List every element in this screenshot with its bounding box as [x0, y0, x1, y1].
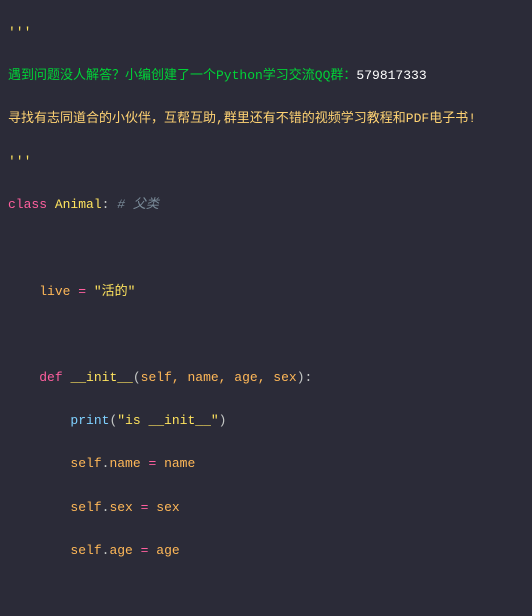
notice-line-2: 寻找有志同道合的小伙伴，互帮互助,群里还有不错的视频学习教程和PDF电子书! [8, 108, 524, 130]
attr-age: age [109, 543, 132, 558]
code-line: class Animal: # 父类 [8, 194, 524, 216]
code-line: self.sex = sex [8, 497, 524, 519]
code-line: print("is __init__") [8, 410, 524, 432]
code-line: self.name = name [8, 453, 524, 475]
code-line: ''' [8, 151, 524, 173]
op-eq: = [133, 500, 156, 515]
op-eq: = [70, 284, 93, 299]
fn-init: __init__ [70, 370, 132, 385]
self-kw: self [70, 543, 101, 558]
triple-quote: ''' [8, 154, 31, 169]
code-line: live = "活的" [8, 281, 524, 303]
code-editor: ''' 遇到问题没人解答？小编创建了一个Python学习交流QQ群：579817… [0, 0, 532, 616]
def-keyword: def [39, 370, 62, 385]
qq-number: 579817333 [356, 68, 426, 83]
code-line: def __init__(self, name, age, sex): [8, 367, 524, 389]
op-eq: = [133, 543, 156, 558]
attr-sex: sex [109, 500, 132, 515]
param-sex: sex [156, 500, 179, 515]
class-name-animal: Animal [55, 197, 102, 212]
blank-line [8, 238, 524, 260]
code-line: ''' [8, 22, 524, 44]
param-age: age [156, 543, 179, 558]
var-live: live [39, 284, 70, 299]
op-eq: = [141, 456, 164, 471]
str-live: "活的" [94, 284, 136, 299]
comment-parent: # 父类 [117, 197, 159, 212]
notice-text: 遇到问题没人解答？小编创建了一个Python学习交流QQ群： [8, 68, 356, 83]
init-params: self, name, age, sex [141, 370, 297, 385]
notice-line-1: 遇到问题没人解答？小编创建了一个Python学习交流QQ群：579817333 [8, 65, 524, 87]
self-kw: self [70, 500, 101, 515]
blank-line [8, 324, 524, 346]
attr-name: name [109, 456, 140, 471]
class-keyword: class [8, 197, 47, 212]
blank-line [8, 583, 524, 605]
param-name: name [164, 456, 195, 471]
print-call: print [70, 413, 109, 428]
code-line: self.age = age [8, 540, 524, 562]
self-kw: self [70, 456, 101, 471]
str-is-init: "is __init__" [117, 413, 218, 428]
triple-quote: ''' [8, 25, 31, 40]
